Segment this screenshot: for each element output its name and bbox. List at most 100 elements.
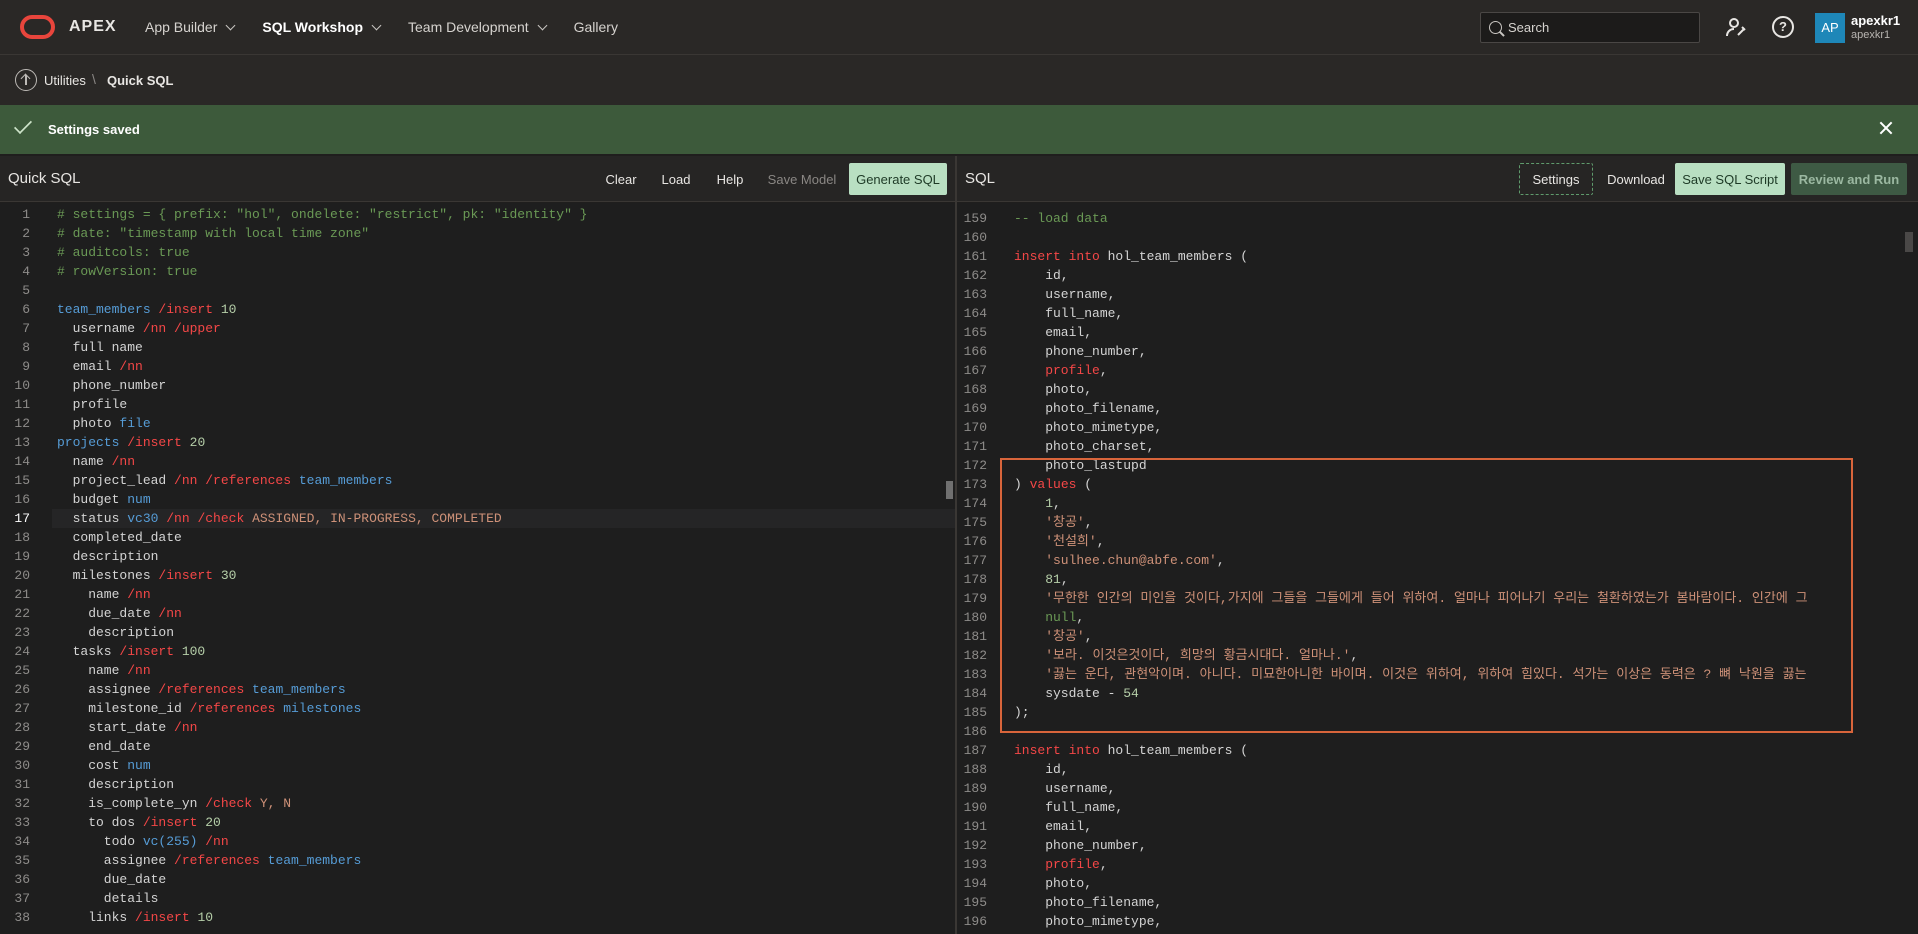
line-number: 23	[14, 625, 30, 640]
main-nav: App Builder SQL Workshop Team Developmen…	[145, 0, 646, 54]
code-line[interactable]: start_date /nn	[57, 718, 197, 737]
code-line[interactable]: phone_number,	[1014, 836, 1146, 855]
code-line[interactable]: full_name,	[1014, 798, 1123, 817]
code-line[interactable]: due_date /nn	[57, 604, 182, 623]
code-line[interactable]: email,	[1014, 323, 1092, 342]
code-line[interactable]: # auditcols: true	[57, 243, 190, 262]
code-line[interactable]: tasks /insert 100	[57, 642, 206, 661]
code-line[interactable]: photo_filename,	[1014, 399, 1162, 418]
code-line[interactable]: # settings = { prefix: "hol", ondelete: …	[57, 205, 588, 224]
clear-button[interactable]: Clear	[600, 163, 642, 195]
code-token: username,	[1014, 287, 1116, 302]
code-line[interactable]: todo vc(255) /nn	[57, 832, 229, 851]
code-line[interactable]: photo file	[57, 414, 151, 433]
close-icon[interactable]	[1878, 120, 1894, 136]
code-line[interactable]: cost num	[57, 756, 150, 775]
code-token: description	[57, 777, 175, 792]
code-token: photo_charset,	[1014, 439, 1155, 454]
code-line[interactable]: # date: "timestamp with local time zone"	[57, 224, 369, 243]
breadcrumb-utilities[interactable]: Utilities	[44, 73, 86, 88]
save-model-button[interactable]: Save Model	[764, 163, 840, 195]
nav-app-builder[interactable]: App Builder	[145, 19, 236, 35]
code-line[interactable]: projects /insert 20	[57, 433, 205, 452]
code-line[interactable]: budget num	[57, 490, 151, 509]
code-line[interactable]: completed_date	[57, 528, 182, 547]
generate-sql-button[interactable]: Generate SQL	[849, 163, 947, 195]
code-line[interactable]: assignee /references team_members	[57, 680, 345, 699]
nav-team-development[interactable]: Team Development	[408, 19, 548, 35]
code-line[interactable]: insert into hol_team_members (	[1014, 247, 1248, 266]
code-line[interactable]: assignee /references team_members	[57, 851, 361, 870]
code-line[interactable]: # rowVersion: true	[57, 262, 197, 281]
code-line[interactable]: project_lead /nn /references team_member…	[57, 471, 393, 490]
sql-scrollbar[interactable]	[1903, 203, 1915, 934]
user-name[interactable]: apexkr1	[1851, 13, 1900, 28]
code-token: completed_date	[57, 530, 182, 545]
code-line[interactable]: description	[57, 775, 174, 794]
code-line[interactable]: team_members /insert 10	[57, 300, 236, 319]
nav-sql-workshop[interactable]: SQL Workshop	[262, 19, 382, 35]
wrench-user-icon[interactable]	[1725, 16, 1747, 38]
code-line[interactable]: username /nn /upper	[57, 319, 221, 338]
review-and-run-button[interactable]: Review and Run	[1791, 163, 1907, 195]
code-token: profile	[1014, 363, 1100, 378]
download-button[interactable]: Download	[1603, 163, 1669, 195]
code-line[interactable]: name /nn	[57, 452, 135, 471]
code-line[interactable]: due_date	[57, 870, 166, 889]
code-line[interactable]: links /insert 10	[57, 908, 213, 927]
code-line[interactable]: id,	[1014, 760, 1068, 779]
code-line[interactable]: name /nn	[57, 661, 150, 680]
save-sql-script-button[interactable]: Save SQL Script	[1675, 163, 1785, 195]
help-icon[interactable]: ?	[1772, 16, 1794, 38]
help-button[interactable]: Help	[710, 163, 750, 195]
code-line[interactable]: status vc30 /nn /check ASSIGNED, IN-PROG…	[57, 509, 502, 528]
line-number: 171	[963, 439, 987, 454]
search-input[interactable]	[1508, 20, 1688, 35]
code-line[interactable]: photo_charset,	[1014, 437, 1154, 456]
code-line[interactable]: username,	[1014, 285, 1115, 304]
code-line[interactable]: profile	[57, 395, 128, 414]
search-box[interactable]	[1480, 12, 1700, 43]
code-line[interactable]: id,	[1014, 266, 1068, 285]
code-line[interactable]: name /nn	[57, 585, 150, 604]
code-line[interactable]: profile,	[1014, 855, 1108, 874]
chevron-down-icon	[225, 20, 236, 30]
oracle-logo-icon[interactable]	[20, 15, 55, 39]
code-line[interactable]: insert into hol_team_members (	[1014, 741, 1248, 760]
code-token: ,	[1099, 857, 1108, 872]
code-line[interactable]: is_complete_yn /check Y, N	[57, 794, 291, 813]
code-line[interactable]: email,	[1014, 817, 1092, 836]
code-line[interactable]: photo,	[1014, 874, 1092, 893]
code-line[interactable]: full name	[57, 338, 143, 357]
load-button[interactable]: Load	[656, 163, 696, 195]
settings-button[interactable]: Settings	[1519, 163, 1593, 195]
quick-sql-editor[interactable]: 1 # settings = { prefix: "hol", ondelete:…	[0, 203, 955, 934]
code-line[interactable]: phone_number,	[1014, 342, 1146, 361]
code-line[interactable]: phone_number	[57, 376, 167, 395]
code-line[interactable]: to dos /insert 20	[57, 813, 221, 832]
code-line[interactable]: photo,	[1014, 380, 1092, 399]
code-line[interactable]: -- load data	[1014, 209, 1108, 228]
code-line[interactable]: full_name,	[1014, 304, 1123, 323]
splitter-handle[interactable]	[946, 481, 953, 499]
code-line[interactable]: photo_mimetype,	[1014, 418, 1162, 437]
code-token: photo,	[1014, 382, 1093, 397]
sql-scrollbar-thumb[interactable]	[1905, 232, 1913, 252]
arrow-up-circle-icon[interactable]	[15, 69, 37, 91]
nav-gallery[interactable]: Gallery	[574, 19, 618, 35]
code-line[interactable]: photo_filename,	[1014, 893, 1162, 912]
code-line[interactable]: photo_mimetype,	[1014, 912, 1162, 931]
code-token: ASSIGNED, IN-PROGRESS, COMPLETED	[252, 511, 502, 526]
code-line[interactable]: description	[57, 547, 159, 566]
code-line[interactable]: milestones /insert 30	[57, 566, 237, 585]
code-line[interactable]: profile,	[1014, 361, 1107, 380]
code-line[interactable]: end_date	[57, 737, 150, 756]
top-navigation-bar: APEX App Builder SQL Workshop Team Devel…	[0, 0, 1918, 54]
code-line[interactable]: milestone_id /references milestones	[57, 699, 361, 718]
code-line[interactable]: email /nn	[57, 357, 143, 376]
code-line[interactable]: description	[57, 623, 174, 642]
code-line[interactable]: username,	[1014, 779, 1115, 798]
app-name[interactable]: APEX	[69, 18, 117, 36]
code-line[interactable]: details	[57, 889, 159, 908]
avatar[interactable]: AP	[1815, 13, 1845, 43]
